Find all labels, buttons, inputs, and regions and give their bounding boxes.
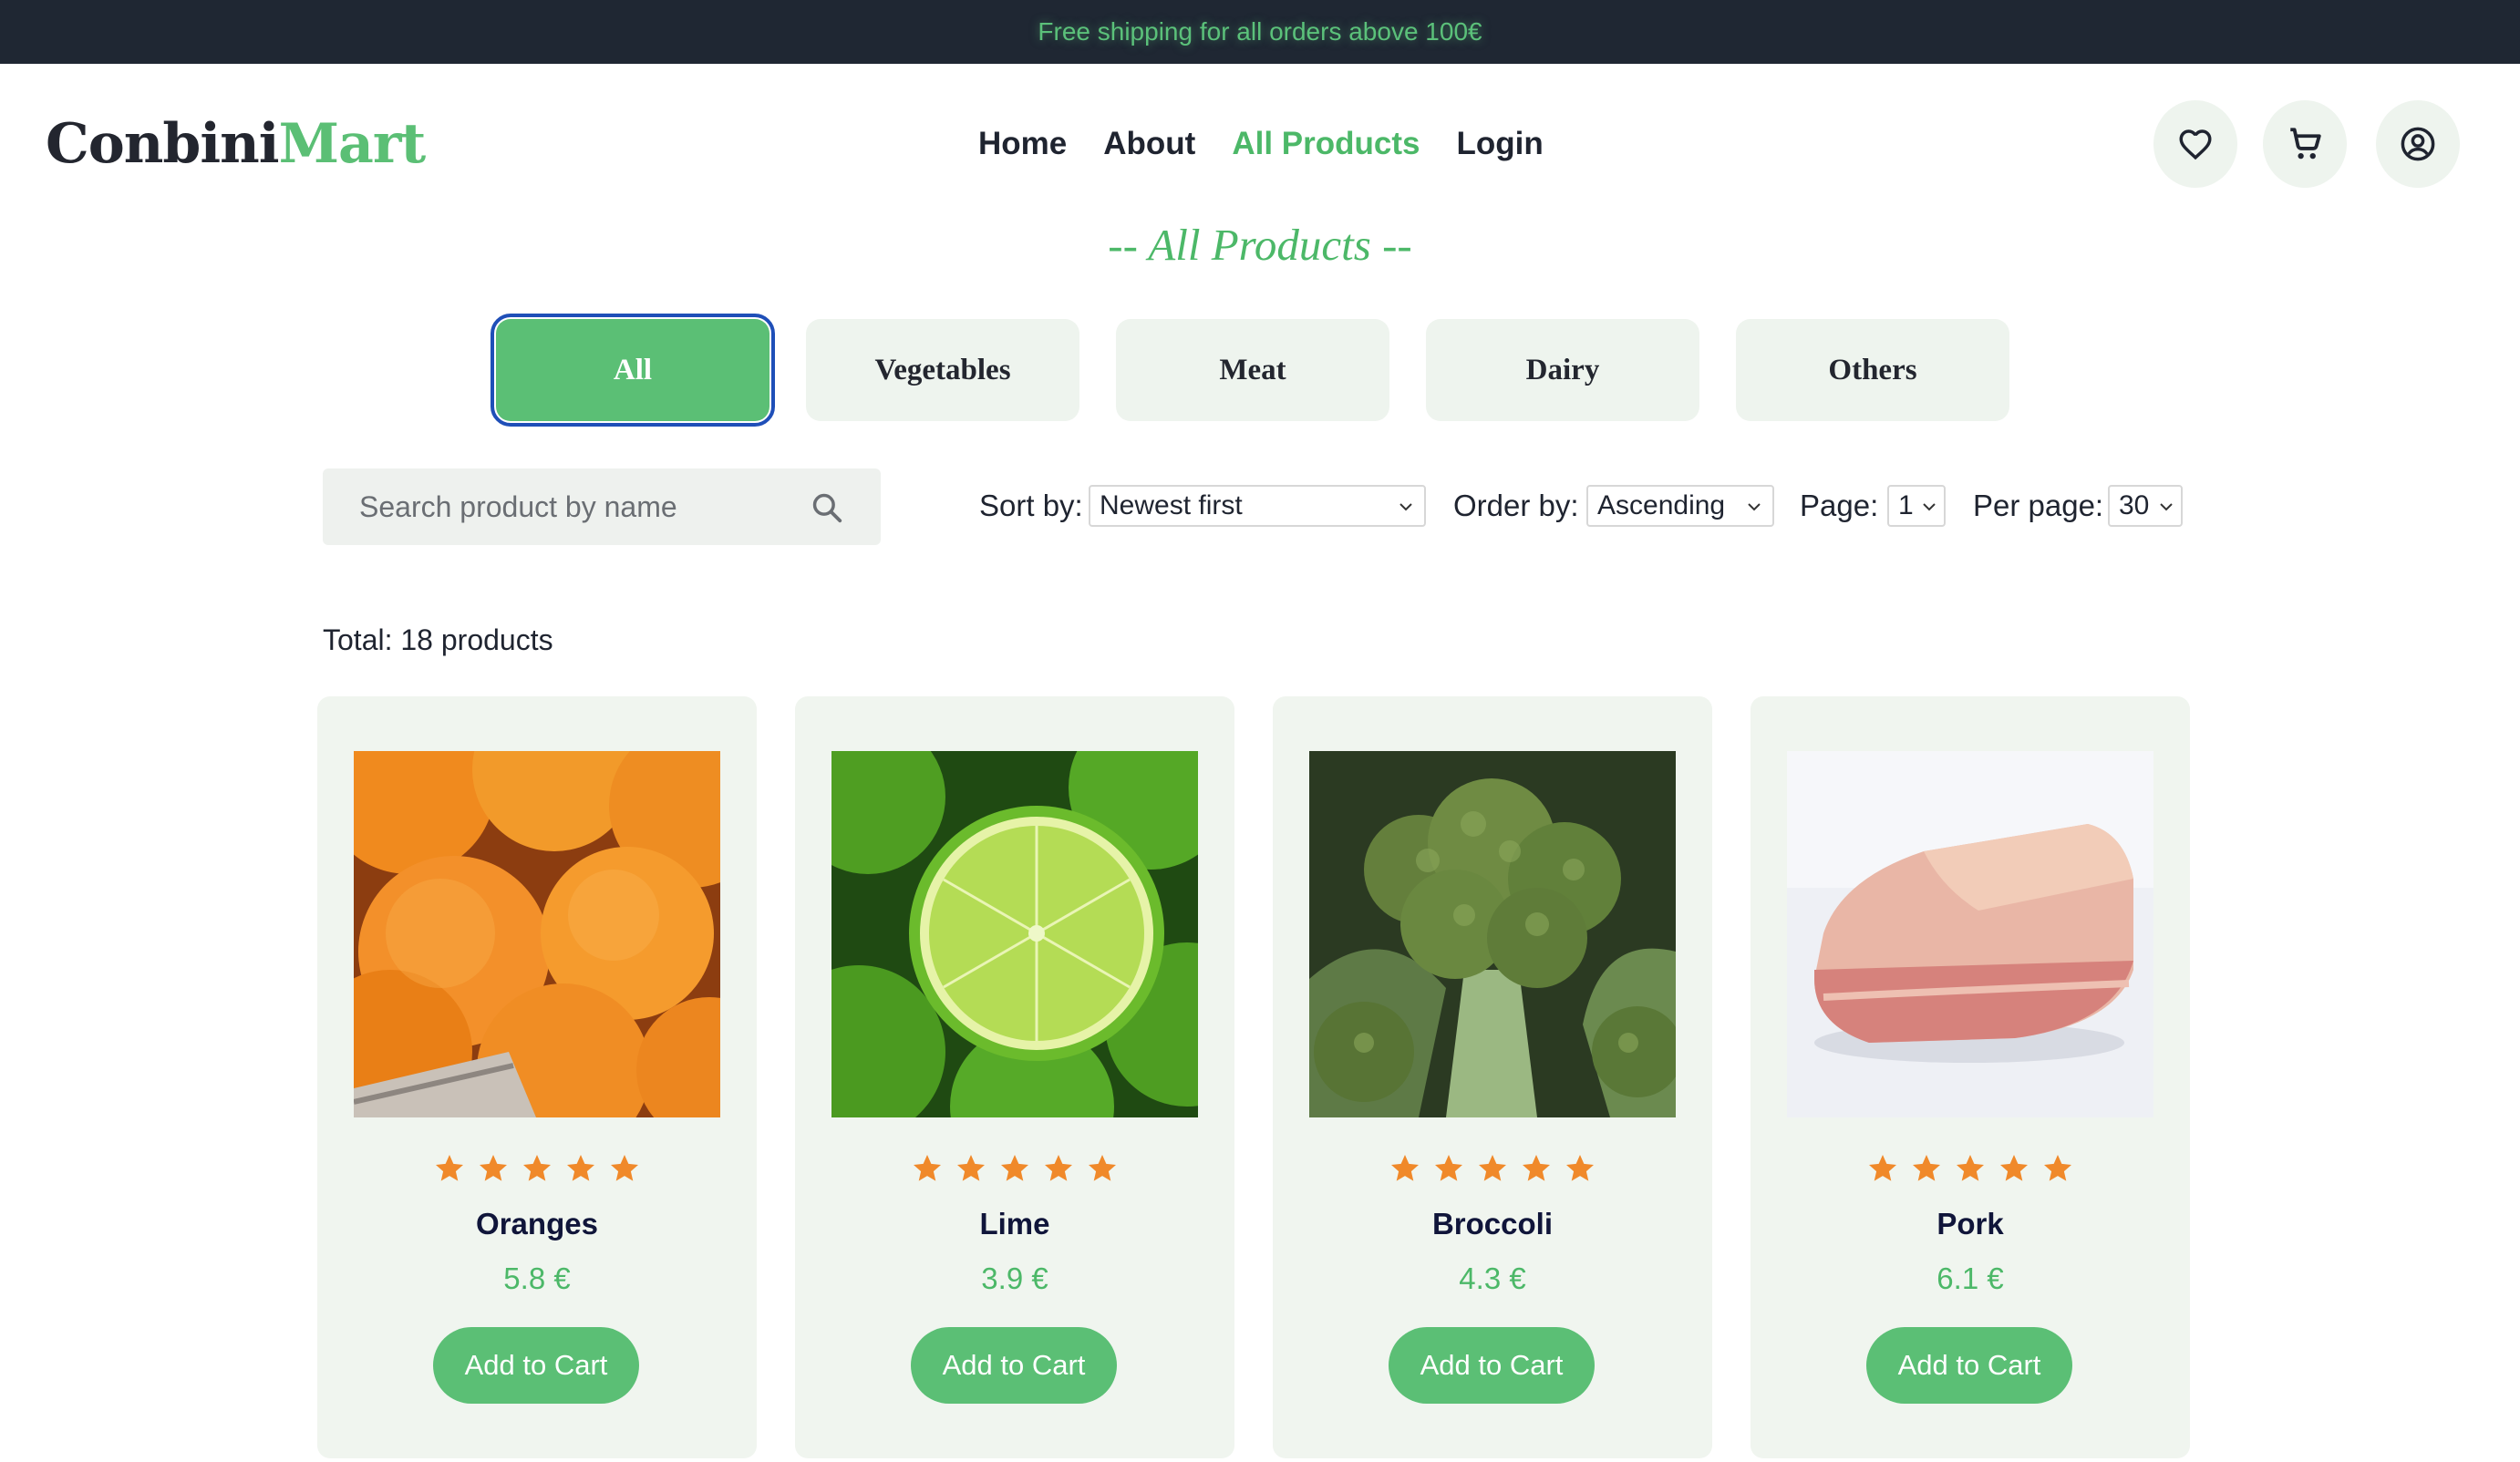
star-icon [1435,1155,1462,1181]
star-icon [2000,1155,2028,1181]
lime-photo[interactable] [831,751,1198,1117]
category-all-button[interactable]: All [491,314,775,427]
category-vegetables-button[interactable]: Vegetables [806,319,1079,421]
search-input[interactable] [323,468,815,545]
category-meat-button[interactable]: Meat [1116,319,1389,421]
shipping-banner: Free shipping for all orders above 100€ [0,0,2520,64]
page-select-value: 1 [1898,490,1914,520]
nav-home[interactable]: Home [978,118,1067,170]
brand-logo-part1: Conbini [46,112,280,176]
sort-select[interactable]: Newest first [1089,485,1426,527]
page-select[interactable]: 1 [1887,485,1946,527]
star-icon [2044,1155,2071,1181]
product-price: 4.3 € [1459,1261,1526,1295]
category-others-button[interactable]: Others [1736,319,2009,421]
product-card[interactable]: Broccoli 4.3 € Add to Cart [1273,696,1712,1458]
broccoli-photo[interactable] [1309,751,1676,1117]
star-icon [1391,1155,1419,1181]
product-price: 5.8 € [503,1261,571,1295]
product-name[interactable]: Lime [795,1207,1234,1241]
chevron-down-icon [2160,503,2173,511]
shipping-banner-text: Free shipping for all orders above 100€ [1038,17,1482,46]
star-icon [480,1155,507,1181]
star-icon [523,1155,551,1181]
rating-stars [1751,1152,2190,1185]
nav-about[interactable]: About [1103,118,1195,170]
chevron-down-icon [1399,503,1412,511]
product-name[interactable]: Pork [1751,1207,2190,1241]
star-icon [1001,1155,1028,1181]
brand-logo[interactable]: ConbiniMart [46,108,427,180]
add-to-cart-button[interactable]: Add to Cart [1866,1327,2072,1404]
product-name[interactable]: Oranges [317,1207,757,1241]
star-icon [1523,1155,1550,1181]
page-label: Page: [1800,489,1879,522]
rating-stars [1273,1152,1712,1185]
product-name[interactable]: Broccoli [1273,1207,1712,1241]
account-icon [2401,127,2435,161]
sort-select-value: Newest first [1100,490,1243,520]
add-to-cart-button[interactable]: Add to Cart [1389,1327,1595,1404]
cart-button[interactable] [2263,100,2347,188]
product-total-count: Total: 18 products [323,623,553,656]
search-box [323,468,881,545]
star-icon [1045,1155,1072,1181]
star-icon [567,1155,594,1181]
add-to-cart-button[interactable]: Add to Cart [911,1327,1117,1404]
search-icon[interactable] [810,490,844,525]
star-icon [436,1155,463,1181]
star-icon [914,1155,941,1181]
star-icon [1089,1155,1116,1181]
star-icon [611,1155,638,1181]
star-icon [1566,1155,1594,1181]
wishlist-button[interactable] [2153,100,2237,188]
heart-icon [2179,129,2212,160]
main-nav: Home About All Products Login [978,118,1544,170]
per-page-label: Per page: [1973,489,2104,522]
rating-stars [795,1152,1234,1185]
order-select-value: Ascending [1597,490,1726,520]
brand-logo-part2: Mart [278,112,427,176]
per-page-select-value: 30 [2119,490,2150,520]
add-to-cart-button[interactable]: Add to Cart [433,1327,639,1404]
sort-label: Sort by: [979,489,1083,522]
product-card[interactable]: Pork 6.1 € Add to Cart [1751,696,2190,1458]
oranges-photo[interactable] [354,751,720,1117]
star-icon [1479,1155,1506,1181]
order-label: Order by: [1453,489,1579,522]
chevron-down-icon [1748,503,1761,511]
account-button[interactable] [2376,100,2460,188]
rating-stars [317,1152,757,1185]
star-icon [1957,1155,1984,1181]
order-select[interactable]: Ascending [1586,485,1774,527]
chevron-down-icon [1923,503,1936,511]
cart-icon [2290,128,2321,160]
nav-all-products[interactable]: All Products [1232,118,1420,170]
product-price: 3.9 € [981,1261,1048,1295]
star-icon [957,1155,985,1181]
pork-photo[interactable] [1787,751,2153,1117]
product-price: 6.1 € [1936,1261,2004,1295]
product-card[interactable]: Oranges 5.8 € Add to Cart [317,696,757,1458]
product-card[interactable]: Lime 3.9 € Add to Cart [795,696,1234,1458]
star-icon [1913,1155,1940,1181]
nav-login[interactable]: Login [1456,118,1543,170]
page-title: -- All Products -- [1108,220,1412,270]
per-page-select[interactable]: 30 [2108,485,2183,527]
category-dairy-button[interactable]: Dairy [1426,319,1699,421]
star-icon [1869,1155,1896,1181]
